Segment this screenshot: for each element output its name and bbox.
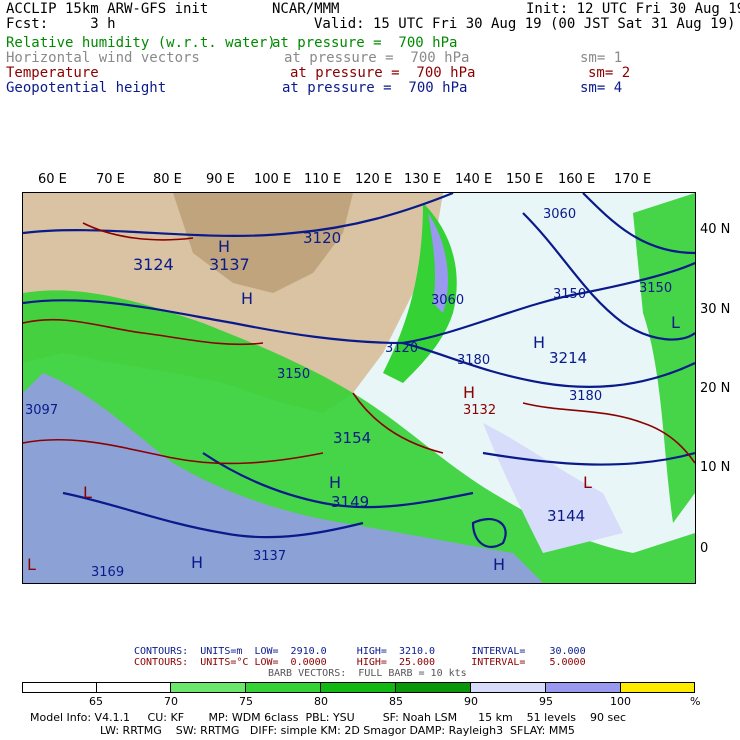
lat-label: 40 N [700,222,731,237]
field-height-level: at pressure = 700 hPa [282,80,468,96]
contour-interval: INTERVAL= 5.0000 [471,657,586,668]
field-wind-level: at pressure = 700 hPa [284,50,470,66]
lat-label: 0 [700,541,709,556]
colorbar-tick: 80 [314,695,328,708]
field-height-smooth: sm= 4 [580,80,623,96]
forecast-hour: Fcst: 3 h [6,16,116,32]
colorbar-tick: 90 [464,695,478,708]
contour-low: LOW= 0.0000 [254,657,327,668]
init-time: Init: 12 UTC Fri 30 Aug 19 [526,1,740,17]
contour-low: LOW= 2910.0 [254,646,327,657]
model-info-line2: LW: RRTMG SW: RRTMG DIFF: simple KM: 2D … [100,724,575,737]
lon-label: 130 E [404,172,442,187]
lon-label: 80 E [153,172,182,187]
colorbar-tick: 95 [539,695,553,708]
field-height-name: Geopotential height [6,80,167,96]
barb-info: BARB VECTORS: FULL BARB = 10 kts [268,668,467,679]
contour-label: CONTOURS: [134,657,189,668]
field-temp-level: at pressure = 700 hPa [290,65,476,81]
lon-label: 160 E [558,172,596,187]
lat-label: 10 N [700,460,731,475]
lon-label: 90 E [206,172,235,187]
lon-label: 60 E [38,172,67,187]
colorbar-cell [22,682,97,693]
lon-label: 70 E [96,172,125,187]
colorbar-unit: % [690,695,701,708]
field-wind-name: Horizontal wind vectors [6,50,200,66]
contour-units: UNITS=m [200,646,243,657]
lat-label: 30 N [700,302,731,317]
colorbar-cell [245,682,321,693]
colorbar-cell [170,682,246,693]
valid-time: Valid: 15 UTC Fri 30 Aug 19 (00 JST Sat … [314,16,736,32]
weather-map [22,192,696,584]
colorbar-cell [320,682,396,693]
colorbar-cell [470,682,546,693]
lon-label: 100 E [254,172,292,187]
contour-label: CONTOURS: [134,646,189,657]
colorbar-cell [545,682,621,693]
colorbar-tick: 70 [164,695,178,708]
colorbar-cell [96,682,171,693]
lon-label: 120 E [355,172,393,187]
contour-high: HIGH= 3210.0 [356,646,436,657]
lon-label: 140 E [455,172,493,187]
field-wind-smooth: sm= 1 [580,50,623,66]
lat-label: 20 N [700,381,731,396]
colorbar-tick: 65 [89,695,103,708]
field-rh-name: Relative humidity (w.r.t. water) [6,35,276,51]
contour-info-temp: CONTOURS: UNITS=°C LOW= 0.0000 HIGH= 25.… [134,657,586,668]
field-temp-name: Temperature [6,65,99,81]
field-temp-smooth: sm= 2 [588,65,631,81]
lon-label: 170 E [614,172,652,187]
contour-high: HIGH= 25.000 [356,657,436,668]
contour-units: UNITS=°C [200,657,249,668]
lon-label: 110 E [304,172,342,187]
contour-info-height: CONTOURS: UNITS=m LOW= 2910.0 HIGH= 3210… [134,646,586,657]
product-title: ACCLIP 15km ARW-GFS init [6,1,209,17]
colorbar-cell [395,682,471,693]
lon-label: 150 E [506,172,544,187]
contour-interval: INTERVAL= 30.000 [471,646,586,657]
field-rh-level: at pressure = 700 hPa [272,35,458,51]
organization: NCAR/MMM [272,1,340,17]
colorbar-tick: 100 [610,695,631,708]
colorbar-cell [620,682,695,693]
colorbar-tick: 75 [239,695,253,708]
model-info-line1: Model Info: V4.1.1 CU: KF MP: WDM 6class… [30,711,627,724]
colorbar-tick: 85 [389,695,403,708]
